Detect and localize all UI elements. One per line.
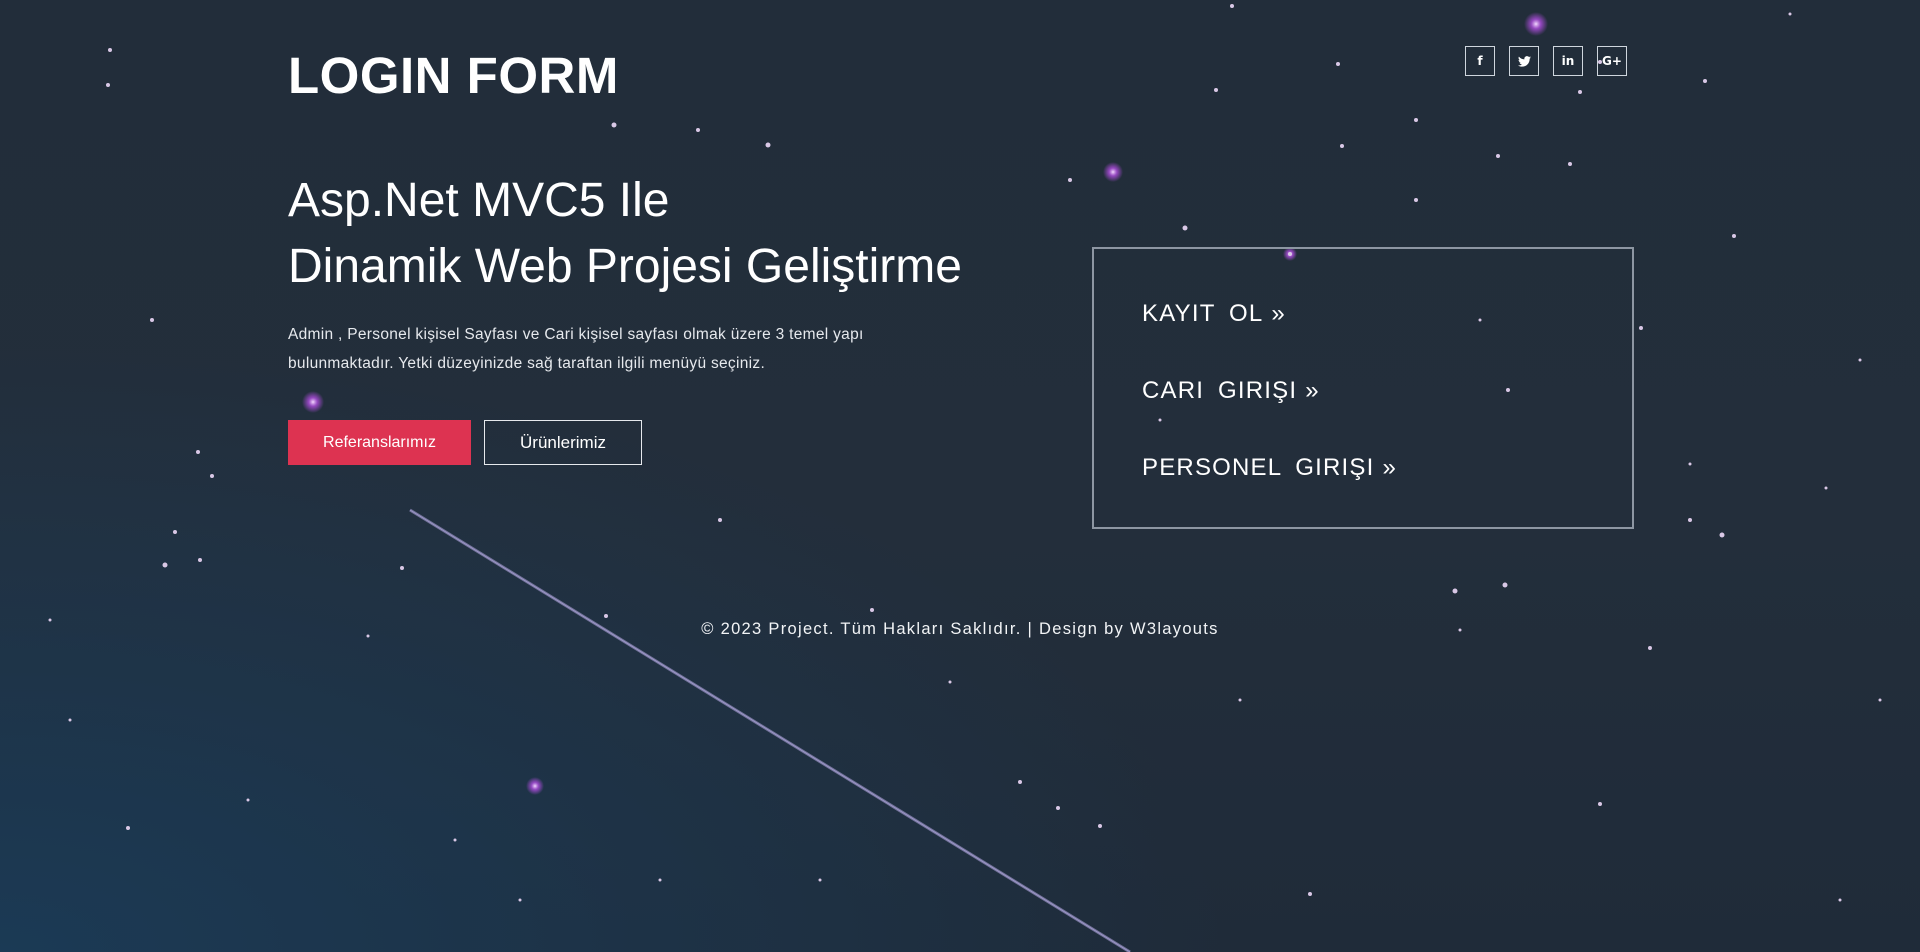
hero-description: Admin , Personel kişisel Sayfası ve Cari…: [288, 326, 864, 372]
footer-copyright: © 2023 Project. Tüm Hakları Saklıdır. | …: [701, 620, 1219, 638]
double-chevron-right-icon: »: [1382, 454, 1398, 481]
double-chevron-right-icon: »: [1305, 377, 1320, 404]
glow-star: [1524, 12, 1548, 36]
hero-title: Asp.Net MVC5 Ile Dinamik Web Projesi Gel…: [288, 168, 962, 300]
personel-girisi-label: PERSONEL GIRIŞI: [1142, 454, 1375, 481]
urunlerimiz-button[interactable]: Ürünlerimiz: [484, 420, 642, 465]
kayit-ol-label: KAYIT OL: [1142, 300, 1264, 327]
site-logo[interactable]: LOGIN FORM: [288, 48, 619, 104]
hero-title-line-2: Dinamik Web Projesi Geliştirme: [288, 240, 962, 293]
cari-girisi-link[interactable]: CARI GIRIŞI »: [1142, 376, 1320, 406]
glow-star: [1103, 162, 1123, 182]
linkedin-icon[interactable]: in: [1553, 46, 1583, 76]
personel-girisi-link[interactable]: PERSONEL GIRIŞI »: [1142, 453, 1397, 483]
twitter-bird-shape: [1517, 55, 1531, 67]
hero-buttons: Referanslarımız Ürünlerimiz: [288, 420, 642, 465]
double-chevron-right-icon: »: [1271, 300, 1286, 327]
referanslarimiz-button[interactable]: Referanslarımız: [288, 420, 471, 465]
hero-title-line-1: Asp.Net MVC5 Ile: [288, 174, 670, 227]
glow-star: [526, 777, 544, 795]
glow-star: [302, 391, 324, 413]
cari-girisi-label: CARI GIRIŞI: [1142, 377, 1298, 404]
kayit-ol-link[interactable]: KAYIT OL »: [1142, 299, 1286, 329]
shooting-star-glow: [409, 509, 1131, 952]
twitter-icon[interactable]: [1509, 46, 1539, 76]
google-plus-icon[interactable]: G+: [1597, 46, 1627, 76]
social-links: f in G+: [1465, 46, 1627, 76]
facebook-icon[interactable]: f: [1465, 46, 1495, 76]
login-menu-box: KAYIT OL » CARI GIRIŞI » PERSONEL GIRIŞI »: [1092, 247, 1634, 529]
